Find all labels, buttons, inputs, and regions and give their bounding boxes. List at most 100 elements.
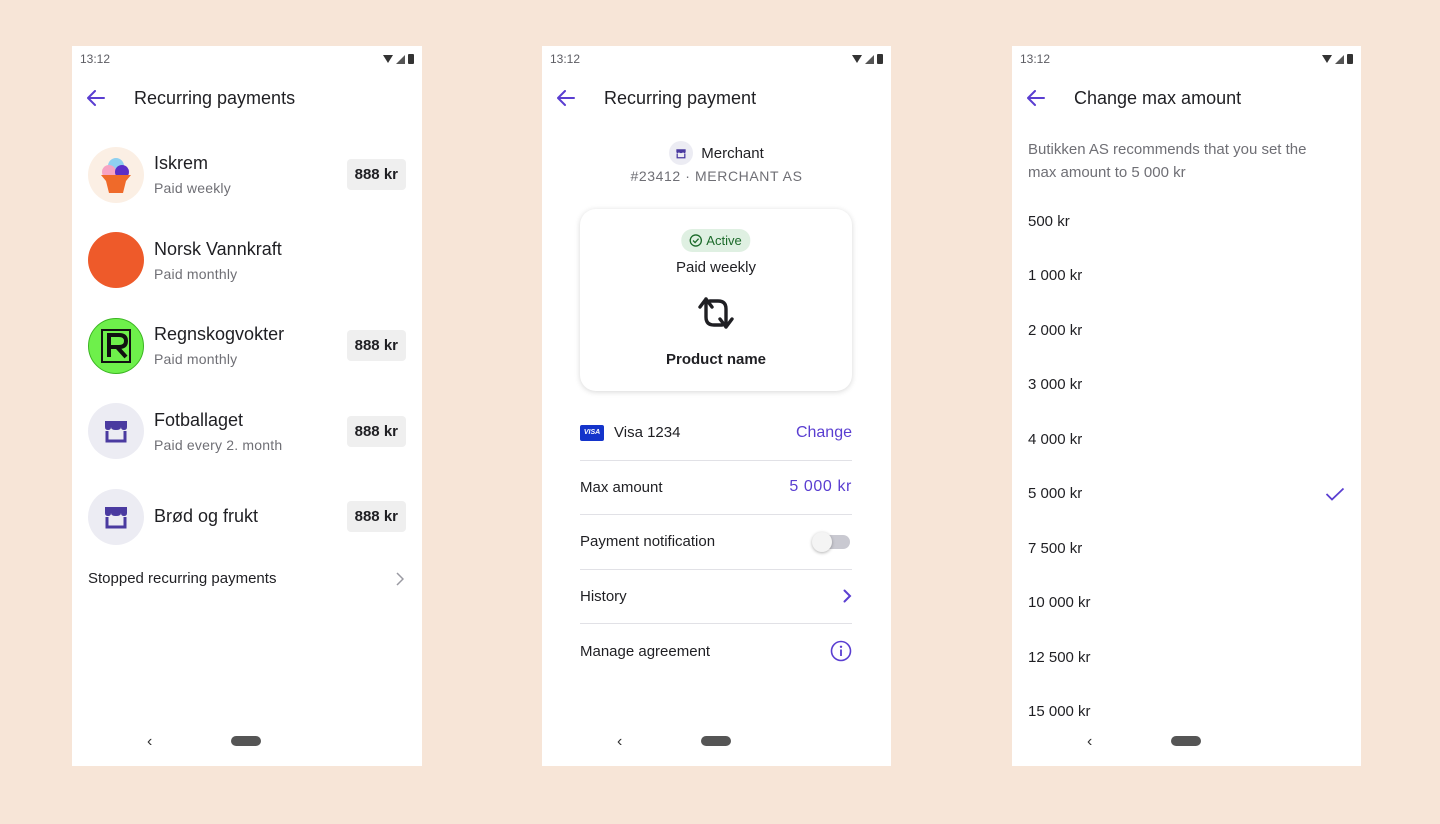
merchant-name: Brød og frukt (154, 506, 259, 527)
orange-circle-logo (88, 232, 144, 289)
page-title: Change max amount (1074, 87, 1242, 108)
amount-option-label: 10 000 kr (1028, 594, 1091, 612)
max-amount-label: Max amount (580, 478, 663, 496)
chevron-right-icon (843, 589, 852, 603)
recommendation-text: Butikken AS recommends that you set the … (1028, 141, 1307, 181)
amount-option-label: 2 000 kr (1028, 321, 1083, 339)
list-item-fotballaget[interactable]: Fotballaget Paid every 2. month 888 kr (72, 389, 422, 475)
merchant-name: Merchant (701, 144, 764, 162)
manage-agreement-label: Manage agreement (580, 642, 711, 660)
chevron-right-icon (396, 571, 404, 586)
status-badge: Active (681, 229, 751, 252)
merchant-reference: #23412 · MERCHANT AS (630, 168, 803, 184)
battery-icon (408, 54, 414, 64)
merchant-name: Norsk Vannkraft (154, 238, 282, 259)
page-title: Recurring payment (604, 87, 757, 108)
app-bar: Recurring payments (72, 86, 422, 110)
recurring-payments-screen: 13:12 Recurring payments Iskrem Paid wee… (72, 46, 422, 766)
change-card-button[interactable]: Change (796, 424, 852, 442)
wifi-icon (852, 55, 862, 63)
manage-agreement-row[interactable]: Manage agreement (580, 624, 852, 679)
agreement-settings: VISA Visa 1234 Change Max amount 5 000 k… (580, 406, 852, 679)
store-icon (669, 141, 694, 165)
status-time: 13:12 (1020, 52, 1051, 66)
store-icon (88, 403, 144, 460)
amount-option[interactable]: 12 500 kr (1028, 630, 1345, 685)
wifi-icon (1322, 55, 1332, 63)
merchant-name: Iskrem (154, 153, 208, 174)
system-nav-bar: ‹ (72, 733, 422, 751)
battery-icon (877, 54, 883, 64)
status-time: 13:12 (80, 52, 111, 66)
merchant-header: Merchant (542, 141, 891, 165)
check-circle-icon (689, 234, 703, 247)
status-icons (383, 54, 414, 64)
system-nav-bar: ‹ (542, 733, 891, 751)
status-label: Active (706, 233, 742, 248)
card-label: Visa 1234 (614, 424, 681, 442)
amount-badge: 888 kr (346, 159, 406, 191)
nav-back-icon[interactable]: ‹ (147, 733, 152, 751)
stopped-payments-label: Stopped recurring payments (88, 570, 277, 587)
amount-option-label: 4 000 kr (1028, 430, 1083, 448)
amount-badge: 888 kr (346, 330, 406, 362)
amount-option[interactable]: 4 000 kr (1028, 412, 1345, 467)
payment-notification-label: Payment notification (580, 533, 716, 551)
list-item-brod-og-frukt[interactable]: Brød og frukt 888 kr (72, 474, 422, 560)
payment-notification-row: Payment notification (580, 515, 852, 570)
list-item-norsk-vannkraft[interactable]: Norsk Vannkraft Paid monthly (72, 218, 422, 304)
status-time: 13:12 (550, 52, 581, 66)
repeat-icon (698, 297, 734, 329)
list-item-iskrem[interactable]: Iskrem Paid weekly 888 kr (72, 132, 422, 218)
status-bar: 13:12 (1020, 52, 1353, 66)
amount-option[interactable]: 2 000 kr (1028, 303, 1345, 358)
status-icons (1322, 54, 1353, 64)
visa-card-icon: VISA (580, 424, 604, 441)
amount-option[interactable]: 7 500 kr (1028, 521, 1345, 576)
back-arrow-icon[interactable] (1012, 90, 1058, 106)
list-item-regnskogvokter[interactable]: Regnskogvokter Paid monthly 888 kr (72, 303, 422, 389)
payment-frequency: Paid weekly (154, 180, 231, 197)
amount-option[interactable]: 1 000 kr (1028, 249, 1345, 304)
amount-badge: 888 kr (346, 501, 406, 533)
app-bar: Change max amount (1012, 86, 1361, 110)
agreement-card: Active Paid weekly Product name (580, 209, 852, 391)
amount-option-label: 5 000 kr (1028, 485, 1083, 503)
recurring-payments-list: Iskrem Paid weekly 888 kr Norsk Vannkraf… (72, 132, 422, 560)
nav-home-pill[interactable] (1171, 736, 1201, 746)
payment-notification-toggle[interactable] (812, 531, 850, 552)
ice-cream-icon (88, 146, 144, 203)
amount-option[interactable]: 10 000 kr (1028, 576, 1345, 631)
nav-back-icon[interactable]: ‹ (617, 733, 622, 751)
amount-option[interactable]: 15 000 kr (1028, 685, 1345, 740)
merchant-name: Fotballaget (154, 409, 244, 430)
info-icon (830, 640, 852, 662)
max-amount-row[interactable]: Max amount 5 000 kr (580, 461, 852, 515)
nav-home-pill[interactable] (231, 736, 261, 746)
amount-option[interactable]: 500 kr (1028, 194, 1345, 249)
system-nav-bar: ‹ (1012, 733, 1361, 751)
nav-home-pill[interactable] (701, 736, 731, 746)
payment-frequency: Paid monthly (154, 351, 238, 368)
back-arrow-icon[interactable] (542, 90, 588, 106)
back-arrow-icon[interactable] (72, 90, 118, 106)
signal-icon (865, 54, 874, 64)
nav-back-icon[interactable]: ‹ (1087, 733, 1092, 751)
toggle-knob (812, 531, 832, 552)
amount-option-label: 500 kr (1028, 212, 1070, 230)
amount-option[interactable]: 3 000 kr (1028, 358, 1345, 413)
amount-option[interactable]: 5 000 kr (1028, 467, 1345, 522)
status-bar: 13:12 (550, 52, 883, 66)
checkmark-icon (1325, 487, 1345, 501)
status-bar: 13:12 (80, 52, 414, 66)
stopped-payments-link[interactable]: Stopped recurring payments (88, 570, 404, 587)
history-row[interactable]: History (580, 570, 852, 624)
max-amount-value: 5 000 kr (789, 478, 852, 496)
payment-frequency: Paid monthly (154, 265, 238, 282)
amount-options-list: 500 kr 1 000 kr 2 000 kr 3 000 kr 4 000 kr 5 … (1028, 194, 1345, 739)
amount-option-label: 7 500 kr (1028, 539, 1083, 557)
merchant-name: Regnskogvokter (154, 324, 285, 345)
store-icon (88, 488, 144, 545)
recurring-payment-detail-screen: 13:12 Recurring payment Merchant #23412 … (542, 46, 891, 766)
r-logo (88, 317, 144, 374)
